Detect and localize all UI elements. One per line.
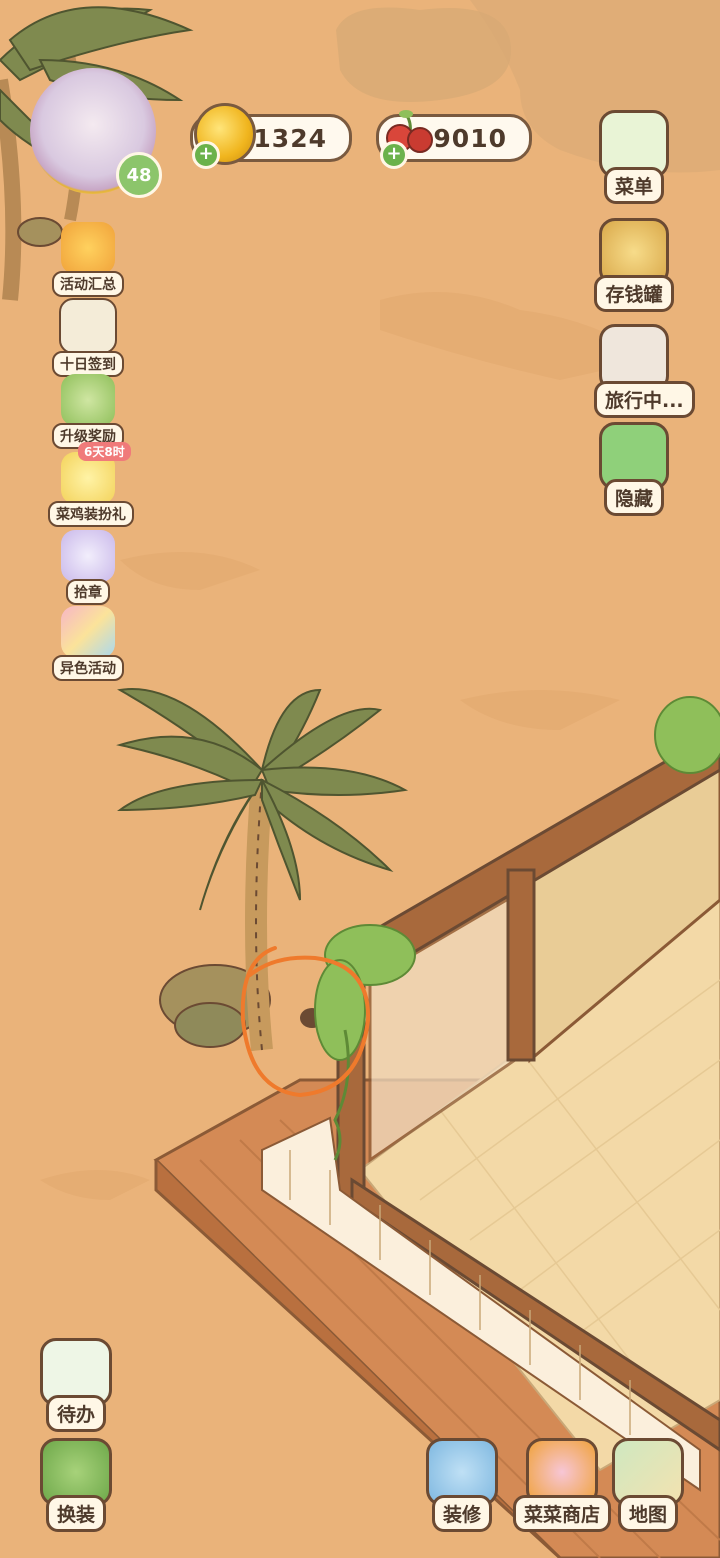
stamp-collect-label: 拾章 [66,579,110,605]
ten-day-checkin-icon [59,298,117,354]
stamp-collect-button[interactable]: 拾章 [48,530,128,605]
event-summary-button[interactable]: 活动汇总 [48,222,128,297]
decorate-button[interactable]: 装修 [420,1438,504,1532]
map-button[interactable]: 地图 [606,1438,690,1532]
level-up-reward-button[interactable]: 升级奖励 [48,374,128,449]
menu-label: 菜单 [603,167,664,204]
ten-day-checkin-button[interactable]: 十日签到 [48,298,128,377]
chick-dressup-gift-button[interactable]: 菜鸡装扮礼 [48,452,134,527]
travel-button[interactable]: 旅行中... [594,324,695,418]
hide-ui-button[interactable]: 隐藏 [594,422,674,516]
level-up-reward-icon [61,374,115,426]
stamp-collect-icon [61,530,115,582]
add-coins-icon[interactable]: + [192,141,220,169]
chick-dressup-gift-label: 菜鸡装扮礼 [48,501,134,527]
fruit-value: 9010 [433,123,507,153]
variant-event-icon [61,606,115,658]
todo-button[interactable]: 待办 [34,1338,118,1432]
todo-label: 待办 [45,1395,106,1432]
variant-event-button[interactable]: 异色活动 [48,606,128,681]
map-label: 地图 [617,1495,678,1532]
piggy-bank-button[interactable]: 存钱罐 [594,218,674,312]
event-summary-label: 活动汇总 [52,271,124,297]
level-badge: 48 [116,152,162,198]
hide-ui-label: 隐藏 [603,479,664,516]
decorate-label: 装修 [431,1495,492,1532]
piggy-bank-label: 存钱罐 [594,275,674,312]
travel-label: 旅行中... [594,381,695,418]
add-fruit-icon[interactable]: + [380,141,408,169]
outfit-change-button[interactable]: 换装 [34,1438,118,1532]
variant-event-label: 异色活动 [52,655,124,681]
timer-badge: 6天8时 [78,442,131,461]
shop-button[interactable]: 菜菜商店 [512,1438,612,1532]
coin-value: 1324 [253,123,327,153]
event-summary-icon [61,222,115,274]
menu-button[interactable]: 菜单 [594,110,674,204]
level-value: 48 [126,164,152,186]
outfit-change-label: 换装 [45,1495,106,1532]
shop-label: 菜菜商店 [512,1495,611,1532]
